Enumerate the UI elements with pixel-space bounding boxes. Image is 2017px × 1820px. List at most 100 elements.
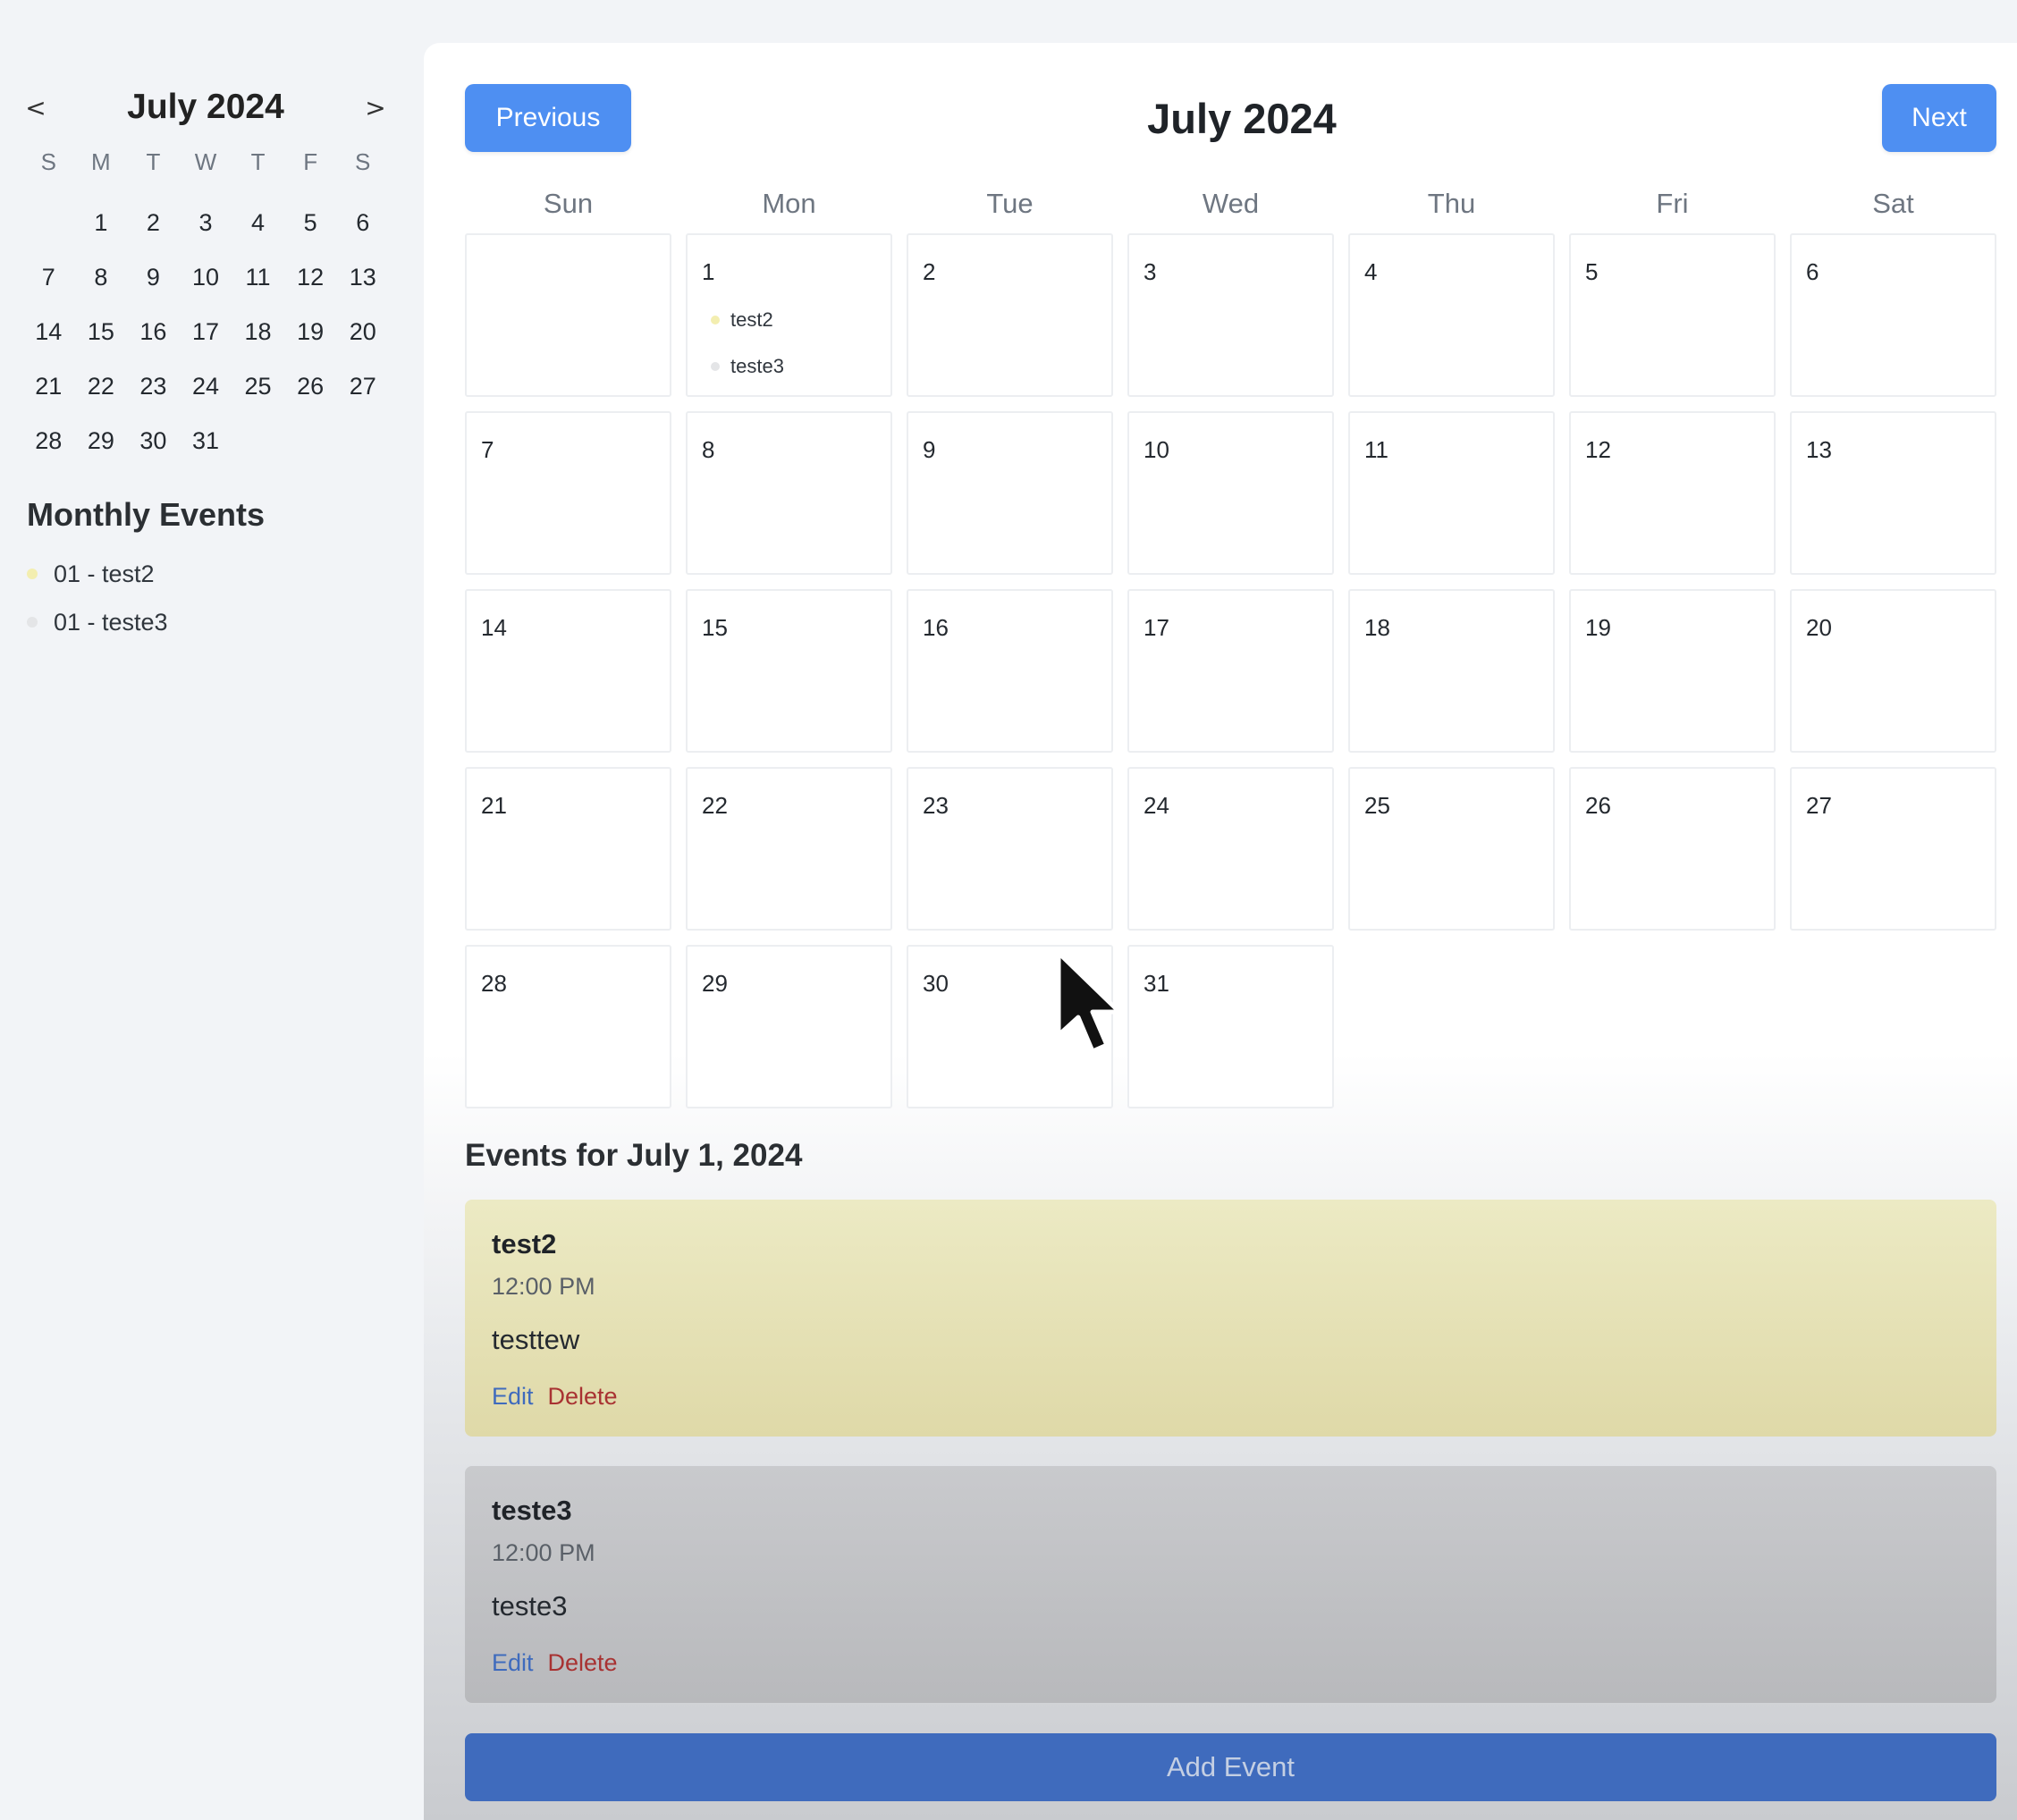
calendar-day-cell[interactable]: 20: [1790, 589, 1996, 753]
day-number: 26: [1585, 792, 1611, 819]
calendar-day-cell[interactable]: 4: [1348, 233, 1555, 397]
weekday-label: Sat: [1872, 188, 1914, 219]
day-number: 2: [923, 258, 936, 285]
mini-day[interactable]: 26: [284, 359, 337, 414]
event-title: teste3: [492, 1495, 572, 1526]
mini-day[interactable]: 28: [22, 414, 75, 468]
calendar-day-cell[interactable]: 8: [686, 411, 892, 575]
mini-day[interactable]: 17: [180, 305, 232, 359]
day-number: 13: [1806, 436, 1832, 463]
mini-day[interactable]: 1: [75, 196, 128, 250]
calendar-day-cell[interactable]: 17: [1127, 589, 1334, 753]
calendar-day-cell[interactable]: 6: [1790, 233, 1996, 397]
event-color-dot: [27, 617, 38, 628]
mini-day[interactable]: 16: [127, 305, 180, 359]
calendar-day-cell[interactable]: 21: [465, 767, 671, 931]
day-number: 7: [481, 436, 494, 463]
day-number: 6: [1806, 258, 1819, 285]
mini-day[interactable]: 7: [22, 250, 75, 305]
mini-day[interactable]: 23: [127, 359, 180, 414]
mini-day[interactable]: 3: [180, 196, 232, 250]
mini-day[interactable]: 31: [180, 414, 232, 468]
mini-day[interactable]: 6: [336, 196, 389, 250]
mini-day[interactable]: 11: [232, 250, 284, 305]
mini-day[interactable]: 25: [232, 359, 284, 414]
mini-day[interactable]: 8: [75, 250, 128, 305]
mini-day[interactable]: 2: [127, 196, 180, 250]
calendar-day-cell[interactable]: 23: [907, 767, 1113, 931]
calendar-day-cell[interactable]: 29: [686, 945, 892, 1108]
mini-day[interactable]: 19: [284, 305, 337, 359]
calendar-day-cell[interactable]: 3: [1127, 233, 1334, 397]
mini-day[interactable]: 4: [232, 196, 284, 250]
mini-next-month-button[interactable]: >: [358, 93, 393, 122]
edit-event-link[interactable]: Edit: [492, 1649, 534, 1677]
mini-day[interactable]: 5: [284, 196, 337, 250]
edit-event-link[interactable]: Edit: [492, 1383, 534, 1411]
mini-day[interactable]: 12: [284, 250, 337, 305]
calendar-day-cell[interactable]: 1 test2 teste3: [686, 233, 892, 397]
monthly-event-item[interactable]: 01 - teste3: [27, 598, 402, 646]
event-description: teste3: [492, 1590, 568, 1622]
day-number: 28: [481, 970, 507, 997]
calendar-day-cell[interactable]: 24: [1127, 767, 1334, 931]
monthly-events-title: Monthly Events: [27, 496, 266, 533]
calendar-day-cell[interactable]: 2: [907, 233, 1113, 397]
mini-day[interactable]: 24: [180, 359, 232, 414]
calendar-day-cell[interactable]: 14: [465, 589, 671, 753]
mini-day[interactable]: 15: [75, 305, 128, 359]
calendar-day-cell[interactable]: 31: [1127, 945, 1334, 1108]
day-number: 18: [1364, 614, 1390, 641]
calendar-day-cell[interactable]: 13: [1790, 411, 1996, 575]
mini-day-blank: [22, 196, 75, 250]
mini-prev-month-button[interactable]: <: [18, 93, 54, 122]
calendar-day-cell[interactable]: 19: [1569, 589, 1776, 753]
calendar-day-cell[interactable]: 15: [686, 589, 892, 753]
calendar-day-cell[interactable]: 9: [907, 411, 1113, 575]
mini-day[interactable]: 27: [336, 359, 389, 414]
event-color-dot: [711, 362, 720, 371]
day-number: 16: [923, 614, 949, 641]
calendar-day-cell[interactable]: [465, 233, 671, 397]
weekday-label: Wed: [1202, 188, 1260, 219]
monthly-event-label: 01 - teste3: [54, 608, 168, 636]
calendar-day-cell[interactable]: 28: [465, 945, 671, 1108]
day-event-chip[interactable]: teste3: [702, 352, 878, 381]
calendar-day-cell[interactable]: 7: [465, 411, 671, 575]
calendar-day-cell[interactable]: 22: [686, 767, 892, 931]
day-number: 8: [702, 436, 715, 463]
mini-day[interactable]: 21: [22, 359, 75, 414]
calendar-day-cell[interactable]: 16: [907, 589, 1113, 753]
day-number: 14: [481, 614, 507, 641]
day-event-chip[interactable]: test2: [702, 306, 878, 334]
calendar-day-cell[interactable]: 10: [1127, 411, 1334, 575]
delete-event-link[interactable]: Delete: [548, 1649, 618, 1677]
mini-day[interactable]: 9: [127, 250, 180, 305]
mini-day[interactable]: 10: [180, 250, 232, 305]
monthly-event-item[interactable]: 01 - test2: [27, 550, 402, 598]
mini-day[interactable]: 22: [75, 359, 128, 414]
calendar-day-cell[interactable]: 25: [1348, 767, 1555, 931]
delete-event-link[interactable]: Delete: [548, 1383, 618, 1411]
add-event-button[interactable]: Add Event: [465, 1733, 1996, 1801]
mini-day[interactable]: 30: [127, 414, 180, 468]
mini-day[interactable]: 18: [232, 305, 284, 359]
mini-day[interactable]: 14: [22, 305, 75, 359]
previous-month-button[interactable]: Previous: [465, 84, 631, 152]
mini-day[interactable]: 13: [336, 250, 389, 305]
calendar-day-cell[interactable]: 26: [1569, 767, 1776, 931]
next-month-button[interactable]: Next: [1882, 84, 1996, 152]
calendar-day-cell[interactable]: 27: [1790, 767, 1996, 931]
day-number: 12: [1585, 436, 1611, 463]
mini-weekday-label: W: [194, 147, 217, 175]
calendar-day-cell[interactable]: 18: [1348, 589, 1555, 753]
mini-day[interactable]: 29: [75, 414, 128, 468]
day-number: 10: [1144, 436, 1169, 463]
mini-day[interactable]: 20: [336, 305, 389, 359]
calendar-day-cell[interactable]: 12: [1569, 411, 1776, 575]
mini-weekday-label: T: [146, 147, 161, 175]
calendar-day-cell[interactable]: 5: [1569, 233, 1776, 397]
day-number: 22: [702, 792, 728, 819]
calendar-day-cell[interactable]: 11: [1348, 411, 1555, 575]
day-event-label: teste3: [730, 355, 784, 377]
